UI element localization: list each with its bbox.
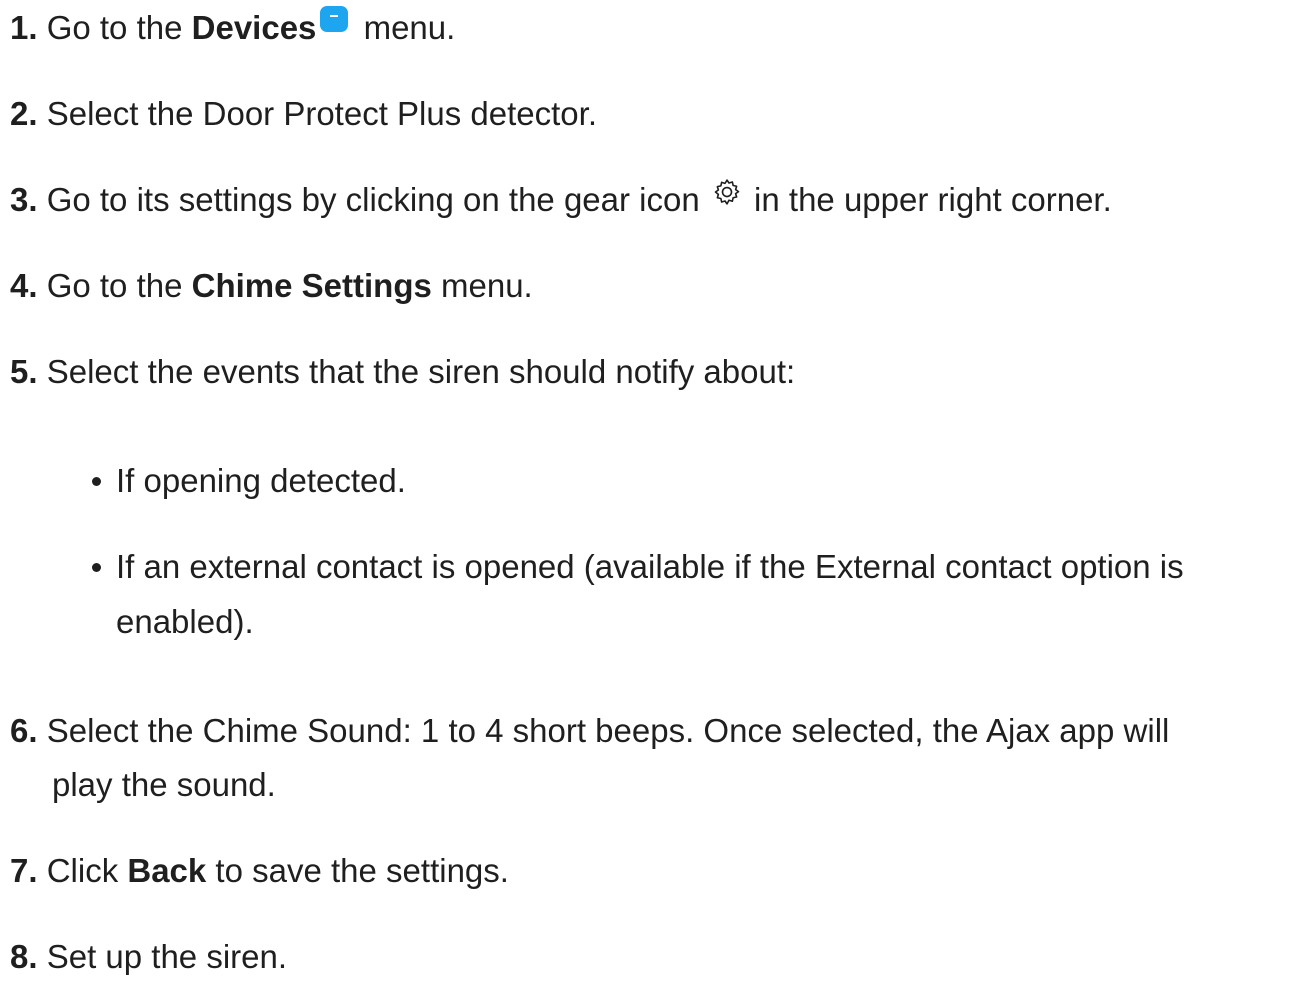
step-number: 1. bbox=[10, 9, 38, 46]
bullet-text: If an external contact is opened (availa… bbox=[116, 548, 1184, 585]
step-text: Go to the bbox=[46, 9, 192, 46]
step-text: Go to the bbox=[46, 267, 192, 304]
step-1: 1. Go to the Devices menu. bbox=[10, 3, 455, 53]
bullet-item: If opening detected. bbox=[92, 456, 406, 506]
step-number: 5. bbox=[10, 353, 38, 390]
back-label: Back bbox=[127, 852, 207, 889]
devices-menu-label: Devices bbox=[191, 9, 317, 46]
step-number: 2. bbox=[10, 95, 38, 132]
step-text: Select the Chime Sound: 1 to 4 short bee… bbox=[46, 712, 1170, 749]
step-3: 3. Go to its settings by clicking on the… bbox=[10, 175, 1112, 225]
step-text: in the upper right corner. bbox=[744, 181, 1112, 218]
step-6-continuation: play the sound. bbox=[52, 766, 276, 803]
step-number: 3. bbox=[10, 181, 38, 218]
step-number: 4. bbox=[10, 267, 38, 304]
step-text: to save the settings. bbox=[206, 852, 509, 889]
bullet-dot-icon bbox=[92, 477, 101, 486]
step-6: 6. Select the Chime Sound: 1 to 4 short … bbox=[10, 706, 1169, 756]
step-text: Set up the siren. bbox=[46, 938, 288, 975]
step-text: menu. bbox=[431, 267, 533, 304]
step-5: 5. Select the events that the siren shou… bbox=[10, 347, 795, 397]
bullet-continuation: enabled). bbox=[116, 603, 254, 640]
step-4: 4. Go to the Chime Settings menu. bbox=[10, 261, 533, 311]
step-7: 7. Click Back to save the settings. bbox=[10, 846, 509, 896]
step-number: 7. bbox=[10, 852, 38, 889]
bullet-text: If opening detected. bbox=[116, 462, 406, 499]
step-number: 8. bbox=[10, 938, 38, 975]
bullet-item: If an external contact is opened (availa… bbox=[92, 542, 1184, 592]
step-text: Select the Door Protect Plus detector. bbox=[46, 95, 597, 132]
step-text: Go to its settings by clicking on the ge… bbox=[46, 181, 709, 218]
gear-icon bbox=[714, 179, 740, 205]
bullet-dot-icon bbox=[92, 563, 101, 572]
instruction-document: 1. Go to the Devices menu. 2. Select the… bbox=[0, 0, 1298, 975]
step-2: 2. Select the Door Protect Plus detector… bbox=[10, 89, 597, 139]
step-text: Select the events that the siren should … bbox=[46, 353, 796, 390]
step-number: 6. bbox=[10, 712, 38, 749]
devices-icon bbox=[320, 6, 349, 32]
chime-settings-label: Chime Settings bbox=[191, 267, 432, 304]
step-text: Click bbox=[46, 852, 128, 889]
step-text: menu. bbox=[354, 9, 456, 46]
